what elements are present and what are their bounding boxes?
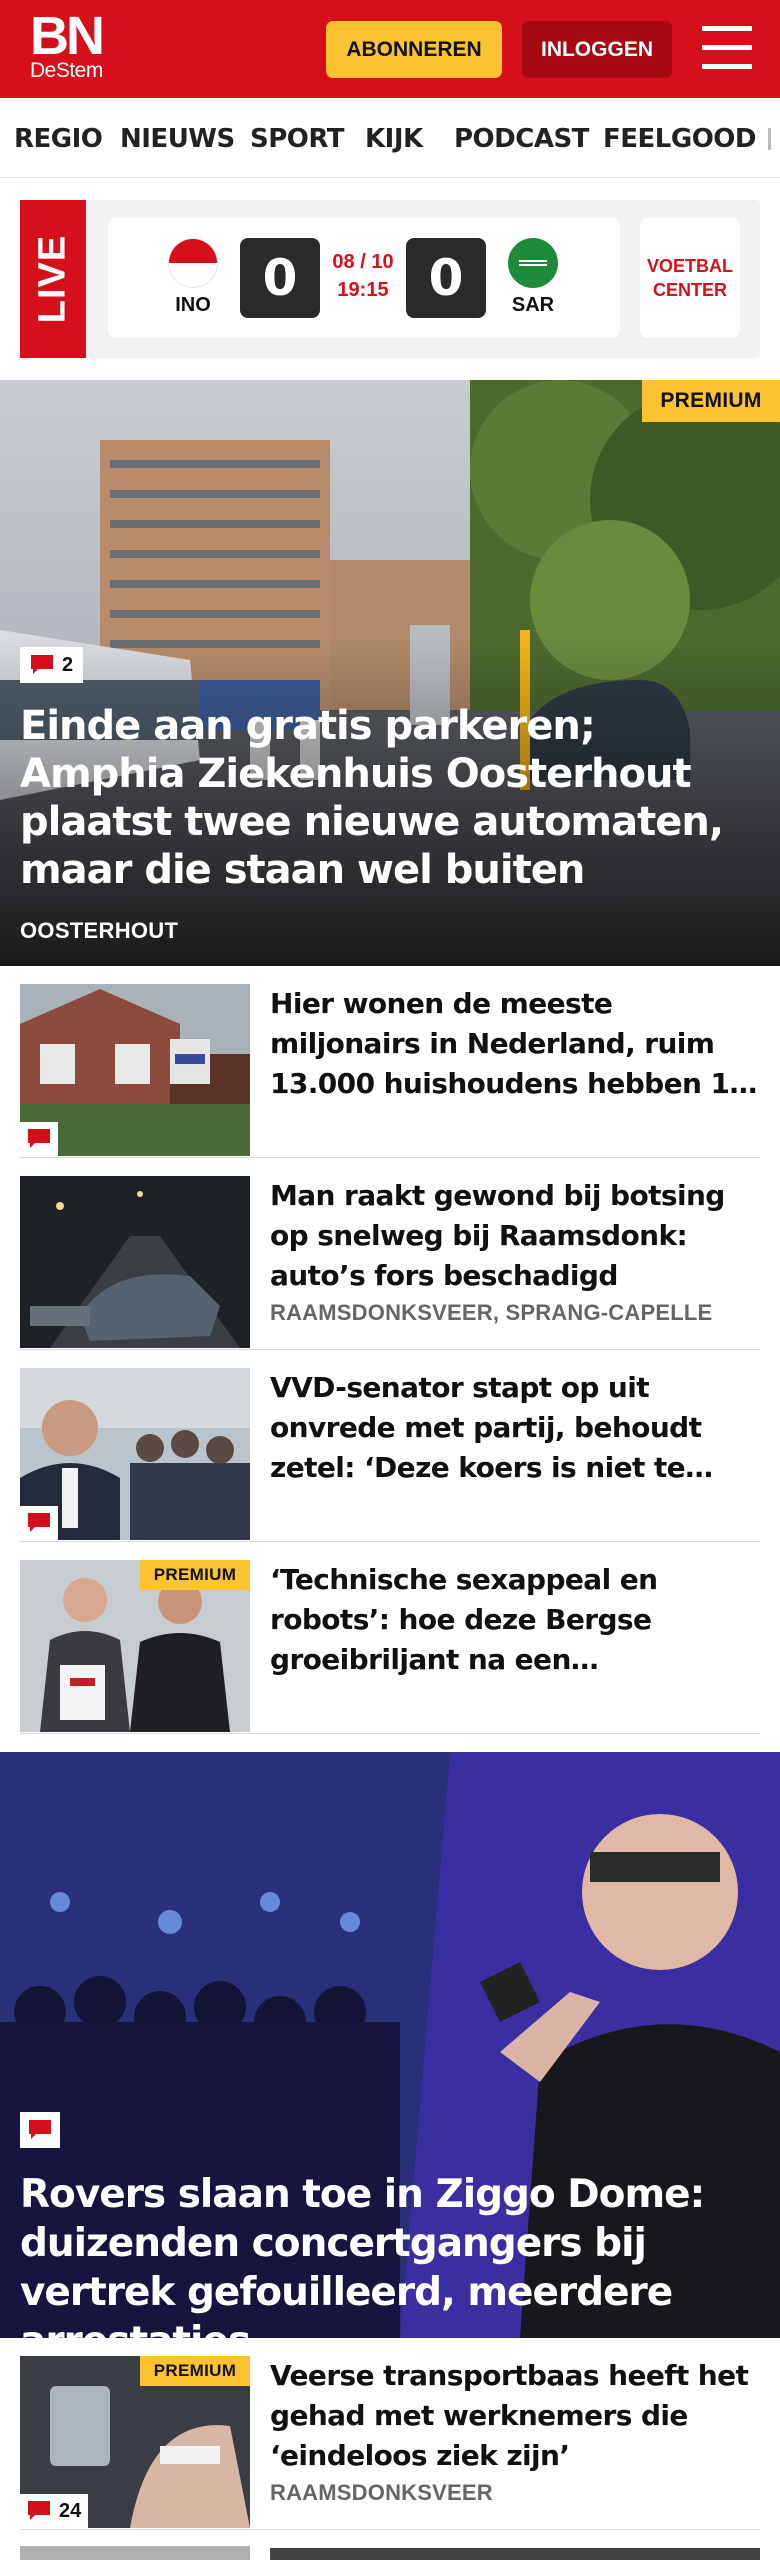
comment-count-value: 2 — [62, 653, 74, 676]
comment-icon — [28, 2119, 52, 2141]
article-thumbnail — [20, 1368, 250, 1540]
premium-badge: PREMIUM — [140, 2356, 250, 2386]
feature-title[interactable]: Rovers slaan toe in Ziggo Dome: duizende… — [20, 2170, 760, 2338]
hero-location: OOSTERHOUT — [20, 918, 179, 943]
article-thumbnail: PREMIUM — [20, 1560, 250, 1732]
live-score-widget: LIVE INO 0 08 / 10 19:15 0 SAR VOETBAL C… — [20, 200, 760, 358]
article-thumbnail — [20, 984, 250, 1156]
comment-count[interactable]: 2 — [20, 647, 84, 683]
live-tag: LIVE — [20, 200, 86, 358]
nav-overflow-hint — [768, 128, 771, 150]
list-item[interactable]: Hier wonen de meeste miljonairs in Neder… — [20, 966, 760, 1158]
article-title[interactable]: VVD-senator stapt op uit onvrede met par… — [270, 1368, 760, 1488]
list-item[interactable]: PREMIUM ‘Technische sexappeal en robots’… — [20, 1542, 760, 1734]
away-score: 0 — [406, 238, 486, 318]
comment-icon — [27, 2500, 51, 2522]
list-item[interactable]: VVD-senator stapt op uit onvrede met par… — [20, 1350, 760, 1542]
premium-badge: PREMIUM — [642, 380, 780, 422]
article-location: RAAMSDONKSVEER, SPRANG-CAPELLE — [270, 1300, 713, 1325]
site-header: BN DeStem ABONNEREN INLOGGEN — [0, 0, 780, 98]
feature-article[interactable]: Rovers slaan toe in Ziggo Dome: duizende… — [0, 1752, 780, 2338]
voetbal-center-link[interactable]: VOETBAL CENTER — [640, 218, 740, 338]
nav-item-podcast[interactable]: PODCAST — [454, 124, 589, 154]
match-datetime: 08 / 10 19:15 — [323, 248, 403, 304]
home-team: INO — [175, 294, 211, 316]
comment-count[interactable]: 24 — [20, 2494, 89, 2528]
article-title[interactable]: Man raakt gewond bij botsing op snelweg … — [270, 1176, 760, 1296]
comment-icon — [30, 654, 54, 676]
saudi-arabia-flag-icon — [508, 238, 558, 288]
article-location: RAAMSDONKSVEER — [270, 2480, 493, 2505]
premium-badge: PREMIUM — [140, 1560, 250, 1590]
hero-article[interactable]: PREMIUM 2 Einde aan gratis parkeren; Amp… — [0, 380, 780, 966]
comment-icon — [27, 1512, 51, 1534]
comment-count[interactable] — [20, 2112, 60, 2148]
article-thumbnail: PREMIUM 24 — [20, 2356, 250, 2528]
match-date: 08 / 10 — [332, 251, 394, 273]
comment-count[interactable] — [20, 1506, 58, 1540]
menu-icon[interactable] — [702, 26, 752, 70]
next-article-title[interactable] — [270, 2548, 760, 2560]
live-label: LIVE — [31, 234, 74, 324]
nav-item-sport[interactable]: SPORT — [250, 124, 344, 154]
nav-item-kijk[interactable]: KIJK — [365, 124, 423, 154]
comment-count-value: 24 — [59, 2499, 82, 2522]
away-team: SAR — [511, 294, 555, 316]
nav-item-nieuws[interactable]: NIEUWS — [120, 124, 235, 154]
article-title[interactable]: ‘Technische sexappeal en robots’: hoe de… — [270, 1560, 760, 1680]
logo-main: BN — [30, 6, 105, 66]
comment-icon — [27, 1128, 51, 1150]
home-score: 0 — [240, 238, 320, 318]
list-item[interactable]: Man raakt gewond bij botsing op snelweg … — [20, 1158, 760, 1350]
next-article-thumbnail[interactable] — [20, 2546, 250, 2560]
nav-item-regio[interactable]: REGIO — [14, 124, 103, 154]
article-title[interactable]: Veerse transportbaas heeft het gehad met… — [270, 2356, 760, 2476]
nav-item-feelgood[interactable]: FEELGOOD — [603, 124, 756, 154]
subscribe-button[interactable]: ABONNEREN — [326, 21, 502, 78]
list-item[interactable]: PREMIUM 24 Veerse transportbaas heeft he… — [20, 2338, 760, 2530]
article-thumbnail — [20, 1176, 250, 1348]
comment-count[interactable] — [20, 1122, 58, 1156]
match-time: 19:15 — [337, 279, 389, 301]
indonesia-flag-icon — [168, 238, 218, 288]
hero-title[interactable]: Einde aan gratis parkeren; Amphia Zieken… — [20, 702, 750, 894]
logo-sub: DeStem — [30, 59, 103, 82]
site-logo[interactable]: BN DeStem — [30, 6, 105, 82]
match-card[interactable]: INO 0 08 / 10 19:15 0 SAR — [108, 218, 620, 338]
section-nav: REGIO NIEUWS SPORT KIJK PODCAST FEELGOOD — [0, 98, 780, 178]
login-button[interactable]: INLOGGEN — [522, 21, 672, 78]
article-title[interactable]: Hier wonen de meeste miljonairs in Neder… — [270, 984, 760, 1104]
